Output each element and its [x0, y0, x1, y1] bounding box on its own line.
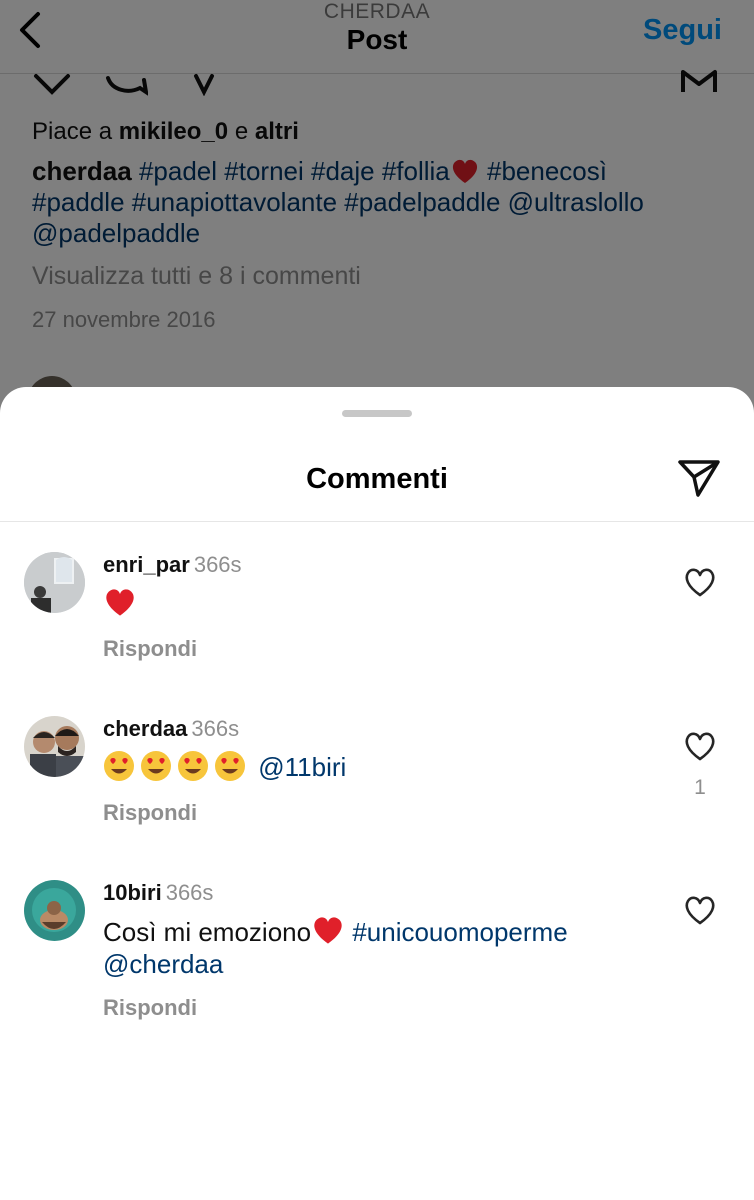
comment-time: 366s [193, 552, 242, 577]
comment-username[interactable]: 10biri [103, 880, 162, 905]
heart-outline-icon[interactable] [683, 730, 717, 762]
comment-body: Così mi emoziono [103, 917, 312, 947]
avatar[interactable] [24, 716, 85, 777]
sheet-drag-handle[interactable] [342, 410, 412, 417]
avatar[interactable] [24, 880, 85, 941]
comment-text: @11biri [103, 750, 663, 783]
paper-plane-icon[interactable] [676, 457, 722, 499]
heart-eyes-emoji-icon [104, 751, 134, 781]
comment-text: Così mi emoziono #unicouomoperme @cherda… [103, 914, 663, 980]
comment-username[interactable]: enri_par [103, 552, 190, 577]
avatar[interactable] [24, 552, 85, 613]
comment-header: 10biri 366s [103, 880, 213, 906]
reply-button[interactable]: Rispondi [103, 800, 197, 826]
comment-time: 366s [165, 880, 214, 905]
comment-text [103, 586, 663, 620]
reply-button[interactable]: Rispondi [103, 995, 197, 1021]
divider [0, 521, 754, 522]
comments-sheet: Commenti enri_par 366s Rispondi cherdaa … [0, 387, 754, 1200]
comment-header: enri_par 366s [103, 552, 242, 578]
avatar-image [24, 880, 85, 941]
reply-button[interactable]: Rispondi [103, 636, 197, 662]
comment-username[interactable]: cherdaa [103, 716, 187, 741]
comment-mention[interactable]: @11biri [258, 752, 346, 782]
heart-emoji-icon [106, 589, 134, 616]
avatar-image [24, 552, 85, 613]
heart-eyes-emoji-icon [141, 751, 171, 781]
heart-eyes-emoji-icon [178, 751, 208, 781]
comment-mention[interactable]: @cherdaa [103, 949, 223, 979]
comment-hashtag[interactable]: #unicouomoperme [352, 917, 567, 947]
comment-header: cherdaa 366s [103, 716, 239, 742]
comment-time: 366s [191, 716, 240, 741]
heart-outline-icon[interactable] [683, 894, 717, 926]
avatar-image [24, 716, 85, 777]
heart-emoji-icon [314, 917, 342, 944]
heart-eyes-emoji-icon [215, 751, 245, 781]
sheet-title: Commenti [306, 463, 448, 495]
comment-like-count: 1 [694, 776, 706, 799]
heart-outline-icon[interactable] [683, 566, 717, 598]
